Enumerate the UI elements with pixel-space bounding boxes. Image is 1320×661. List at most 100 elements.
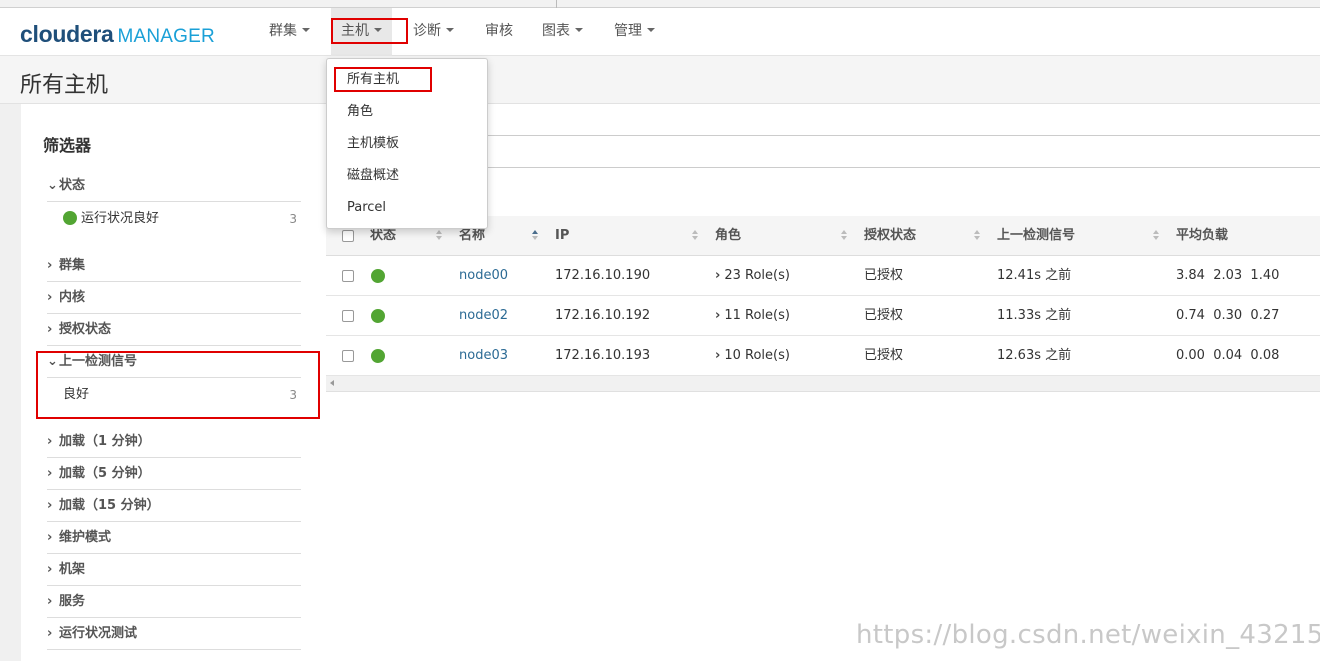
host-roles-toggle[interactable]: › 10 Role(s) <box>715 336 790 376</box>
host-roles-toggle[interactable]: › 23 Role(s) <box>715 256 790 296</box>
chevron-right-icon: › <box>47 498 53 513</box>
filter-section-status[interactable]: ⌄状态 <box>47 176 301 202</box>
chevron-right-icon: › <box>47 562 53 577</box>
menu-item-parcel[interactable]: Parcel <box>347 198 386 218</box>
nav-hosts-highlight-box <box>331 18 408 44</box>
heartbeat-filter-highlight-box <box>36 351 320 419</box>
all-hosts-highlight-box <box>334 67 432 92</box>
filter-section-load-5min[interactable]: › 加载（5 分钟） <box>47 464 301 490</box>
chevron-right-icon: › <box>47 258 53 273</box>
sort-icon[interactable] <box>436 230 444 242</box>
nav-administration-label: 管理 <box>614 23 642 39</box>
table-row[interactable]: node02 172.16.10.192 › 11 Role(s) 已授权 11.… <box>326 296 1320 336</box>
host-ip: 172.16.10.190 <box>555 268 651 283</box>
col-header-ip[interactable]: IP <box>555 216 569 256</box>
nav-diagnostics[interactable]: 诊断 <box>413 8 454 56</box>
host-name-link[interactable]: node00 <box>459 256 508 296</box>
filter-section-auth-status[interactable]: › 授权状态 <box>47 320 301 346</box>
filters-title: 筛选器 <box>43 136 92 155</box>
filter-section-rack[interactable]: › 机架 <box>47 560 301 586</box>
host-avg-load: 0.74 0.30 0.27 <box>1176 308 1280 323</box>
nav-diagnostics-label: 诊断 <box>413 23 441 39</box>
filter-section-maintenance-mode[interactable]: › 维护模式 <box>47 528 301 554</box>
horizontal-scrollbar[interactable] <box>326 376 1320 392</box>
chevron-right-icon: › <box>47 466 53 481</box>
filter-section-label: 加载（1 分钟） <box>59 434 151 449</box>
nav-charts-label: 图表 <box>542 23 570 39</box>
chevron-right-icon: › <box>47 322 53 337</box>
host-name-link[interactable]: node03 <box>459 336 508 376</box>
chevron-right-icon: › <box>47 594 53 609</box>
chevron-right-icon: › <box>47 290 53 305</box>
cloudera-logo[interactable]: cloudera MANAGER <box>20 21 215 47</box>
sort-icon[interactable] <box>1153 230 1161 242</box>
filter-section-label: 服务 <box>59 594 86 609</box>
chevron-right-icon: › <box>715 268 721 283</box>
col-header-roles[interactable]: 角色 <box>715 216 741 256</box>
select-all-checkbox[interactable] <box>342 230 354 242</box>
filter-section-load-1min[interactable]: › 加载（1 分钟） <box>47 432 301 458</box>
filter-section-label: 状态 <box>59 178 86 193</box>
hosts-dropdown-menu: 所有主机 角色 主机模板 磁盘概述 Parcel <box>326 58 488 229</box>
filter-section-label: 机架 <box>59 562 86 577</box>
menu-item-roles[interactable]: 角色 <box>347 102 373 122</box>
caret-down-icon <box>446 28 454 32</box>
sidebar-rail <box>0 104 21 661</box>
row-checkbox[interactable] <box>342 270 354 282</box>
chevron-down-icon: ⌄ <box>47 178 58 193</box>
browser-top-stripe <box>0 0 1320 8</box>
host-roles: 23 Role(s) <box>724 268 790 283</box>
host-ip: 172.16.10.192 <box>555 308 651 323</box>
caret-down-icon <box>575 28 583 32</box>
sort-asc-icon[interactable] <box>532 230 540 242</box>
green-status-dot-icon <box>371 309 385 323</box>
filter-section-label: 运行状况测试 <box>59 626 138 641</box>
col-header-auth-status[interactable]: 授权状态 <box>864 216 916 256</box>
filter-section-label: 群集 <box>59 258 86 273</box>
green-status-dot-icon <box>371 269 385 283</box>
caret-down-icon <box>647 28 655 32</box>
filter-section-health-tests[interactable]: › 运行状况测试 <box>47 624 301 650</box>
page-title-bar: 所有主机 <box>0 56 1320 104</box>
filter-section-label: 加载（15 分钟） <box>59 498 160 513</box>
filter-section-label: 维护模式 <box>59 530 112 545</box>
row-checkbox[interactable] <box>342 310 354 322</box>
table-row[interactable]: node03 172.16.10.193 › 10 Role(s) 已授权 12.… <box>326 336 1320 376</box>
nav-charts[interactable]: 图表 <box>542 8 583 56</box>
menu-item-host-templates[interactable]: 主机模板 <box>347 134 399 154</box>
sort-icon[interactable] <box>841 230 849 242</box>
host-roles-toggle[interactable]: › 11 Role(s) <box>715 296 790 336</box>
host-ip: 172.16.10.193 <box>555 348 651 363</box>
menu-item-disks-overview[interactable]: 磁盘概述 <box>347 166 399 186</box>
nav-clusters[interactable]: 群集 <box>269 8 310 56</box>
nav-administration[interactable]: 管理 <box>614 8 655 56</box>
host-auth-status: 已授权 <box>864 268 904 283</box>
host-auth-status: 已授权 <box>864 348 904 363</box>
top-navbar: cloudera MANAGER 群集 主机 诊断 审核 图表 管理 <box>0 8 1320 56</box>
page-title: 所有主机 <box>20 73 109 98</box>
filter-section-services[interactable]: › 服务 <box>47 592 301 618</box>
row-checkbox[interactable] <box>342 350 354 362</box>
host-name-link[interactable]: node02 <box>459 296 508 336</box>
host-auth-status: 已授权 <box>864 308 904 323</box>
host-last-heartbeat: 12.63s 之前 <box>997 348 1072 363</box>
filter-item-health-good[interactable]: 运行状况良好 3 <box>63 208 301 230</box>
nav-audits-label: 审核 <box>485 23 513 39</box>
filter-section-kernel[interactable]: › 内核 <box>47 288 301 314</box>
filter-section-clusters[interactable]: › 群集 <box>47 256 301 282</box>
green-status-dot-icon <box>371 349 385 363</box>
logo-text-cloudera: cloudera <box>20 21 114 47</box>
scroll-left-arrow-icon[interactable] <box>330 380 334 386</box>
filter-section-label: 授权状态 <box>59 322 112 337</box>
caret-down-icon <box>302 28 310 32</box>
chevron-right-icon: › <box>715 308 721 323</box>
nav-audits[interactable]: 审核 <box>485 8 513 56</box>
filter-section-label: 内核 <box>59 290 86 305</box>
sort-icon[interactable] <box>692 230 700 242</box>
col-header-avg-load[interactable]: 平均负载 <box>1176 216 1228 256</box>
table-row[interactable]: node00 172.16.10.190 › 23 Role(s) 已授权 12.… <box>326 256 1320 296</box>
filter-section-load-15min[interactable]: › 加载（15 分钟） <box>47 496 301 522</box>
col-header-last-heartbeat[interactable]: 上一检测信号 <box>997 216 1075 256</box>
sort-icon[interactable] <box>974 230 982 242</box>
watermark-text: https://blog.csdn.net/weixin_43215250 <box>856 620 1320 650</box>
